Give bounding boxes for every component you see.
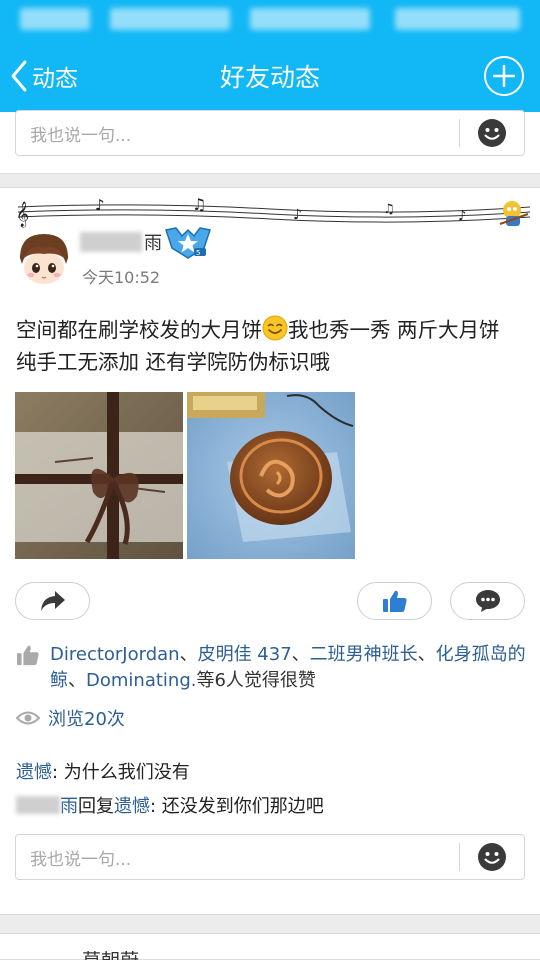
comment-item[interactable]: 雨回复遗憾: 还没发到你们那边吧 xyxy=(16,794,324,820)
reply-word: 回复 xyxy=(78,796,114,817)
author-name-visible: 雨 xyxy=(144,233,162,254)
reply-target[interactable]: 遗憾 xyxy=(114,796,150,817)
likes-suffix: 等6人觉得很赞 xyxy=(196,670,316,691)
reply-icon xyxy=(475,590,500,612)
share-icon xyxy=(40,591,65,611)
page-title: 好友动态 xyxy=(219,63,320,92)
status-bar xyxy=(0,0,540,40)
liker-separator: 、 xyxy=(179,644,198,665)
author-name-redacted xyxy=(80,232,142,252)
like-icon xyxy=(382,590,407,612)
comment-input[interactable]: 我也说一句... xyxy=(15,110,525,156)
emoji-button[interactable] xyxy=(460,110,524,156)
views-count: 浏览20次 xyxy=(16,705,125,731)
emoji-icon xyxy=(478,843,506,871)
likes-row: DirectorJordan、皮明佳 437、二班男神班长、化身孤岛的鲸、Dom… xyxy=(16,642,526,694)
comment-placeholder: 我也说一句... xyxy=(30,125,132,146)
next-author-name[interactable]: 莫朝蔚 xyxy=(82,946,139,960)
add-button[interactable] xyxy=(484,56,524,96)
emoji-icon xyxy=(478,119,506,147)
post-text: 空间都在刷学校发的大月饼 我也秀一秀 两斤大月饼 纯手工无添加 还有学院防伪标识… xyxy=(16,314,526,378)
svg-text:♪: ♪ xyxy=(293,207,302,223)
previous-post-card: 我也说一句... xyxy=(0,110,540,174)
svg-text:♫: ♫ xyxy=(192,195,206,214)
svg-text:♫: ♫ xyxy=(383,202,395,217)
post-time: 今天10:52 xyxy=(82,268,161,287)
comment-placeholder: 我也说一句... xyxy=(30,849,132,870)
svg-text:♪: ♪ xyxy=(458,209,466,224)
liker-name[interactable]: 二班男神班长 xyxy=(310,644,418,665)
comment-item[interactable]: 遗憾: 为什么我们没有 xyxy=(16,760,190,786)
emoji-button[interactable] xyxy=(460,834,524,880)
svg-text:5: 5 xyxy=(196,249,200,257)
author-name[interactable]: 雨 xyxy=(80,228,162,256)
liker-separator: 、 xyxy=(291,644,310,665)
liker-name[interactable]: Dominating. xyxy=(86,670,196,691)
liker-separator: 、 xyxy=(417,644,436,665)
vip-badge-icon[interactable]: 5 xyxy=(164,224,212,260)
comment-author[interactable]: 遗憾 xyxy=(16,762,52,783)
reply-button[interactable] xyxy=(450,582,525,620)
share-button[interactable] xyxy=(15,582,90,620)
views-text: 浏览20次 xyxy=(48,709,125,730)
svg-text:♪: ♪ xyxy=(95,196,105,214)
liker-separator: 、 xyxy=(68,670,86,691)
svg-text:𝄞: 𝄞 xyxy=(16,201,29,227)
smile-emoji-icon xyxy=(262,315,288,341)
liker-name[interactable]: DirectorJordan xyxy=(50,644,180,665)
like-button[interactable] xyxy=(357,582,432,620)
post-text-part-1: 空间都在刷学校发的大月饼 xyxy=(16,318,262,342)
liker-name[interactable]: 皮明佳 437 xyxy=(198,644,292,665)
eye-icon xyxy=(16,711,40,725)
likes-text: DirectorJordan、皮明佳 437、二班男神班长、化身孤岛的鲸、Dom… xyxy=(16,642,526,694)
next-post-card: 莫朝蔚 xyxy=(0,933,540,960)
navigation-bar: 动态 好友动态 xyxy=(0,40,540,112)
post-card: 𝄞 ♪ ♫ ♪ ♫ ♪ 雨 5 今天10:52 空间都在刷学校发的大月饼 我也秀… xyxy=(0,187,540,915)
comment-input[interactable]: 我也说一句... xyxy=(15,834,525,880)
comment-text: : 为什么我们没有 xyxy=(52,762,190,783)
comment-author[interactable]: 雨 xyxy=(60,796,78,817)
comment-author-redacted xyxy=(16,796,60,814)
author-avatar[interactable] xyxy=(16,230,72,286)
add-icon xyxy=(493,65,515,87)
thumb-icon xyxy=(17,645,39,666)
comment-text: : 还没发到你们那边吧 xyxy=(150,796,324,817)
post-photo-mooncake[interactable] xyxy=(187,392,355,559)
post-photo-gift-box[interactable] xyxy=(15,392,183,559)
